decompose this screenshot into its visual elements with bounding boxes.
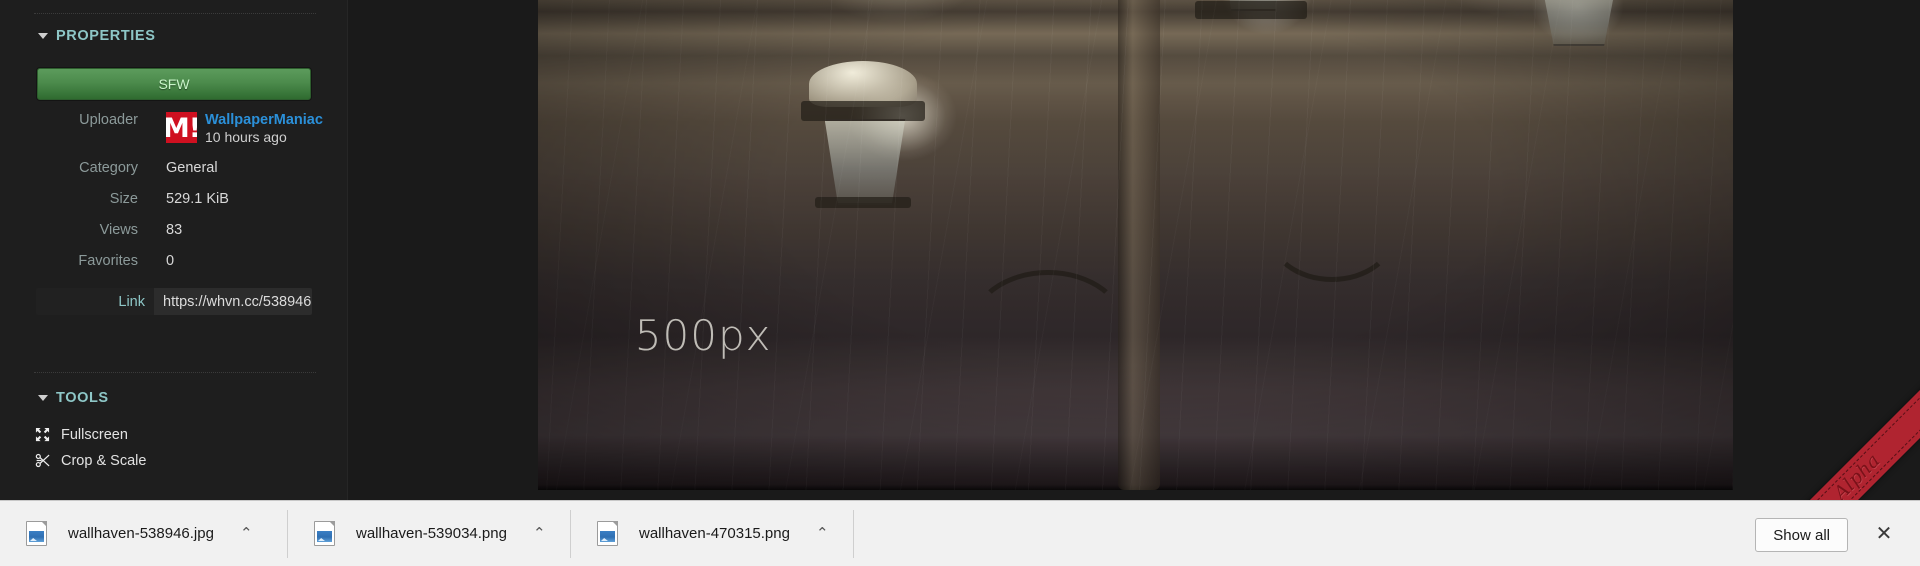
download-file-name: wallhaven-539034.png: [356, 525, 507, 542]
properties-header-label: PROPERTIES: [56, 28, 156, 44]
tool-item-crop-scale[interactable]: Crop & Scale: [34, 452, 146, 469]
chevron-up-icon[interactable]: ⌃: [240, 526, 253, 541]
download-item[interactable]: wallhaven-538946.jpg ⌃: [0, 501, 288, 566]
tool-item-fullscreen[interactable]: Fullscreen: [34, 426, 128, 443]
close-icon[interactable]: ✕: [1872, 522, 1896, 546]
uploader-label: Uploader: [79, 112, 138, 128]
image-file-icon: [597, 521, 618, 546]
sfw-badge-button[interactable]: SFW: [37, 68, 311, 100]
divider-top: [34, 13, 316, 14]
chevron-up-icon[interactable]: ⌃: [533, 526, 546, 541]
favorites-label: Favorites: [78, 253, 138, 269]
download-item[interactable]: wallhaven-470315.png ⌃: [571, 501, 854, 566]
lamp-scroll-decoration: [1266, 182, 1397, 282]
sfw-badge-label: SFW: [158, 76, 190, 92]
favorites-value: 0: [166, 253, 175, 269]
avatar[interactable]: M!: [166, 112, 197, 143]
downloads-bar: wallhaven-538946.jpg ⌃ wallhaven-539034.…: [0, 500, 1920, 566]
scissors-icon: [34, 452, 51, 469]
link-label: Link: [36, 288, 154, 315]
property-row-views: Views 83: [0, 222, 348, 238]
tools-header-label: TOOLS: [56, 390, 109, 406]
download-file-name: wallhaven-470315.png: [639, 525, 790, 542]
size-value: 529.1 KiB: [166, 191, 229, 207]
avatar-text: M!: [166, 113, 197, 143]
property-row-favorites: Favorites 0: [0, 253, 348, 269]
caret-down-icon: [38, 33, 48, 39]
properties-section-header[interactable]: PROPERTIES: [38, 28, 155, 44]
page-root: PROPERTIES SFW Uploader M! WallpaperMani…: [0, 0, 1920, 566]
alpha-ribbon: Alpha: [1756, 376, 1920, 500]
property-row-category: Category General: [0, 160, 348, 176]
category-value[interactable]: General: [166, 160, 218, 176]
divider-tools: [34, 372, 316, 373]
link-value-input[interactable]: https://whvn.cc/538946: [154, 288, 312, 315]
lamp-post-decoration: [1117, 0, 1160, 490]
category-label: Category: [79, 160, 138, 176]
image-file-icon: [26, 521, 47, 546]
property-row-link: Link https://whvn.cc/538946: [36, 288, 312, 315]
download-file-name: wallhaven-538946.jpg: [68, 525, 214, 542]
show-all-button[interactable]: Show all: [1755, 518, 1848, 552]
upload-time: 10 hours ago: [205, 129, 287, 146]
tools-section-header[interactable]: TOOLS: [38, 390, 109, 406]
property-row-size: Size 529.1 KiB: [0, 191, 348, 207]
views-value: 83: [166, 222, 183, 238]
tool-label-fullscreen: Fullscreen: [61, 426, 128, 443]
details-sidebar: PROPERTIES SFW Uploader M! WallpaperMani…: [0, 0, 348, 500]
fullscreen-icon: [34, 426, 51, 443]
tool-label-crop-scale: Crop & Scale: [61, 452, 147, 469]
image-viewer[interactable]: 500px Alpha: [348, 0, 1920, 500]
alpha-ribbon-label: Alpha: [1829, 449, 1885, 500]
caret-down-icon: [38, 395, 48, 401]
show-all-label: Show all: [1773, 526, 1830, 544]
views-label: Views: [99, 222, 138, 238]
wallpaper-image[interactable]: 500px: [538, 0, 1733, 490]
download-item[interactable]: wallhaven-539034.png ⌃: [288, 501, 571, 566]
image-file-icon: [314, 521, 335, 546]
property-row-uploader: Uploader M! WallpaperManiac 10 hours ago: [0, 112, 348, 146]
lamp-arm-decoration: [968, 270, 1129, 390]
chevron-up-icon[interactable]: ⌃: [816, 526, 829, 541]
size-label: Size: [109, 191, 138, 207]
uploader-info: WallpaperManiac 10 hours ago: [205, 112, 323, 146]
uploader-name-link[interactable]: WallpaperManiac: [205, 112, 323, 129]
